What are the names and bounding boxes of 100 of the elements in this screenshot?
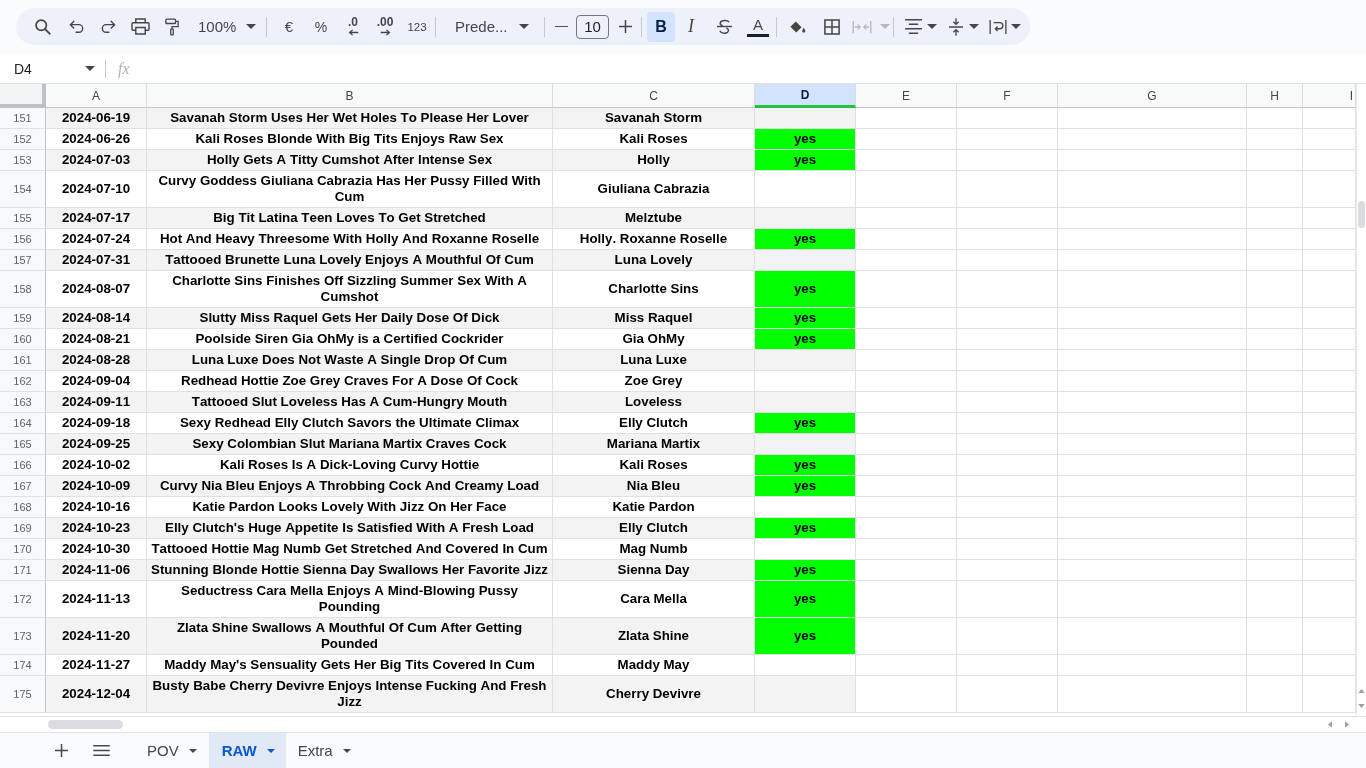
table-cell: 2024-11-06 [46,560,147,581]
row-number[interactable]: 157 [0,250,46,271]
table-cell [1247,208,1303,229]
strikethrough-icon [715,19,733,34]
table-cell: yes [755,455,856,476]
sheet-tab[interactable]: Extra [285,733,360,768]
column-header[interactable]: E [856,84,957,108]
row-number[interactable]: 154 [0,171,46,208]
borders-icon [824,18,840,35]
table-cell [1247,392,1303,413]
table-cell: Curvy Nia Bleu Enjoys A Throbbing Cock And Creamy Load [147,476,553,497]
table-cell: 2024-07-03 [46,150,147,171]
row-number[interactable]: 156 [0,229,46,250]
caret-icon [969,24,979,29]
row-number[interactable]: 155 [0,208,46,229]
table-cell [1247,581,1303,618]
row-number[interactable]: 169 [0,518,46,539]
undo-icon [68,19,84,34]
table-cell: yes [755,329,856,350]
text-color-button[interactable]: A [741,11,775,42]
table-cell: yes [755,229,856,250]
table-cell: Sexy Colombian Slut Mariana Martix Craves Cock [147,434,553,455]
row-number[interactable]: 170 [0,539,46,560]
text-wrap-icon [989,19,1007,34]
table-cell: Sienna Day [553,560,755,581]
italic-button[interactable]: I [675,11,707,42]
row-number[interactable]: 173 [0,618,46,655]
minus-icon [554,25,568,28]
right-arrow-icon [379,29,391,36]
row-number[interactable]: 161 [0,350,46,371]
scroll-left-icon[interactable] [1328,721,1332,728]
table-cell [1247,518,1303,539]
bold-button[interactable]: B [647,11,675,42]
table-cell: Big Tit Latina Teen Loves To Get Stretched [147,208,553,229]
table-cell: Loveless [553,392,755,413]
row-number[interactable]: 165 [0,434,46,455]
number-format-button[interactable]: 123 [401,11,433,42]
table-cell: yes [755,476,856,497]
row-number[interactable]: 172 [0,581,46,618]
table-cell [1247,250,1303,271]
row-number[interactable]: 151 [0,108,46,129]
column-header[interactable]: H [1247,84,1303,108]
scroll-right-icon[interactable] [1345,721,1349,728]
font-dropdown[interactable]: Prede... [442,11,536,42]
table-cell: Elly Clutch [553,518,755,539]
table-cell [1247,308,1303,329]
decrease-decimal-button[interactable]: .0 [337,11,369,42]
zoom-dropdown[interactable]: 100% [188,11,262,42]
left-arrow-icon [347,29,359,36]
paint-roller-icon [165,17,179,36]
column-header[interactable]: C [553,84,755,108]
row-number[interactable]: 171 [0,560,46,581]
table-cell [1247,676,1303,713]
row-number[interactable]: 166 [0,455,46,476]
menu-icon [92,745,110,756]
row-number[interactable]: 168 [0,497,46,518]
column-header[interactable]: B [147,84,553,108]
scroll-down-icon[interactable] [1358,704,1365,708]
column-header[interactable]: I [1303,84,1356,108]
row-number[interactable]: 158 [0,271,46,308]
row-number[interactable]: 162 [0,371,46,392]
table-cell [1247,539,1303,560]
table-cell [1247,655,1303,676]
scroll-up-icon[interactable] [1358,689,1365,693]
table-cell: 2024-12-04 [46,676,147,713]
name-box[interactable]: D4 [6,56,100,81]
increase-decimal-button[interactable]: .00 [369,11,401,42]
row-number[interactable]: 163 [0,392,46,413]
column-header[interactable]: G [1058,84,1247,108]
row-number[interactable]: 152 [0,129,46,150]
table-cell [1247,618,1303,655]
table-cell: Mariana Martix [553,434,755,455]
percent-button[interactable]: % [305,11,337,42]
row-number[interactable]: 164 [0,413,46,434]
row-number[interactable]: 167 [0,476,46,497]
currency-button[interactable]: € [273,11,305,42]
row-number[interactable]: 174 [0,655,46,676]
table-cell: 2024-09-25 [46,434,147,455]
sheet-tab[interactable]: RAW [208,733,286,768]
row-number[interactable]: 160 [0,329,46,350]
column-header[interactable]: A [46,84,147,108]
caret-icon [188,748,197,753]
table-cell [1247,497,1303,518]
row-number[interactable]: 175 [0,676,46,713]
plus-icon [54,744,68,757]
scrollbar-thumb[interactable] [48,720,123,729]
sheet-tab[interactable]: POV [130,733,209,768]
table-cell [1247,413,1303,434]
search-icon [35,18,51,35]
scrollbar-thumb[interactable] [1358,201,1365,228]
table-cell: Cherry Devivre [553,676,755,713]
table-cell: Miss Raquel [553,308,755,329]
table-cell: Savanah Storm [553,108,755,129]
column-header[interactable]: D [755,84,856,108]
row-number[interactable]: 153 [0,150,46,171]
column-header[interactable]: F [957,84,1058,108]
row-number[interactable]: 159 [0,308,46,329]
redo-icon [100,19,116,34]
font-size-field[interactable]: 10 [576,14,609,39]
table-cell: Tattooed Brunette Luna Lovely Enjoys A Mouthful Of Cum [147,250,553,271]
